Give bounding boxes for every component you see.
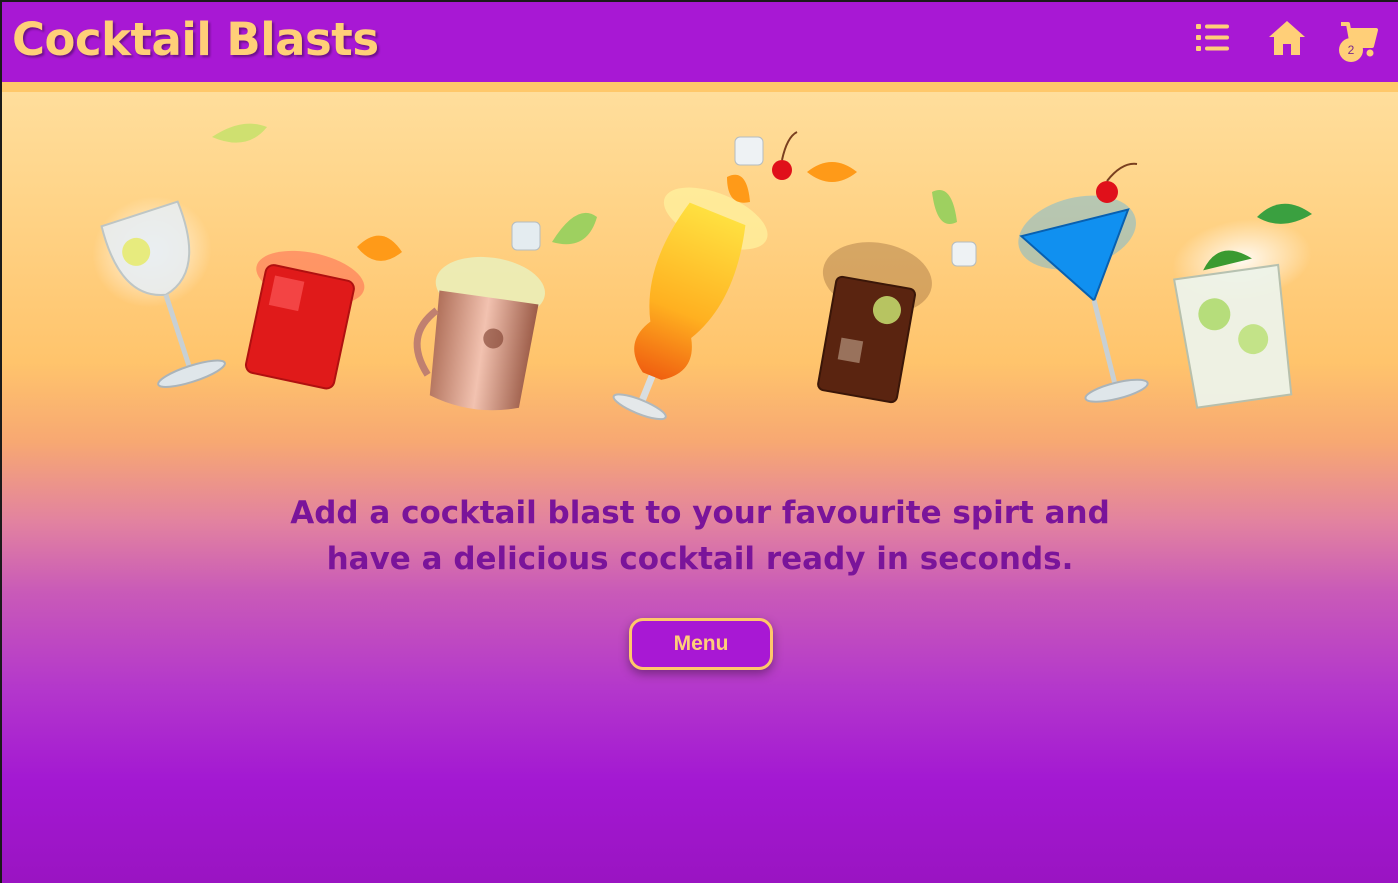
tequila-sunrise-glass: [612, 187, 768, 421]
cart-count-badge: 2: [1339, 38, 1363, 62]
gin-tonic-glass: [92, 196, 226, 388]
hero-cocktail-image: [92, 123, 1312, 421]
cola-glass: [817, 242, 932, 404]
moscow-mule-mug: [413, 256, 545, 411]
home-icon[interactable]: [1267, 19, 1307, 57]
app-window: Cocktail Blasts 2 Add a cocktail blast t…: [2, 2, 1398, 883]
navbar: Cocktail Blasts 2: [2, 2, 1398, 92]
menu-button[interactable]: Menu: [629, 618, 773, 670]
mojito-glass: [1172, 219, 1312, 409]
red-spritz-glass: [244, 250, 365, 390]
tagline-line-2: have a delicious cocktail ready in secon…: [326, 541, 1074, 577]
tagline-line-1: Add a cocktail blast to your favourite s…: [290, 495, 1110, 531]
tagline: Add a cocktail blast to your favourite s…: [2, 490, 1398, 582]
list-icon[interactable]: [1196, 20, 1230, 56]
brand-title[interactable]: Cocktail Blasts: [12, 12, 379, 68]
blue-martini-glass: [1018, 195, 1149, 403]
